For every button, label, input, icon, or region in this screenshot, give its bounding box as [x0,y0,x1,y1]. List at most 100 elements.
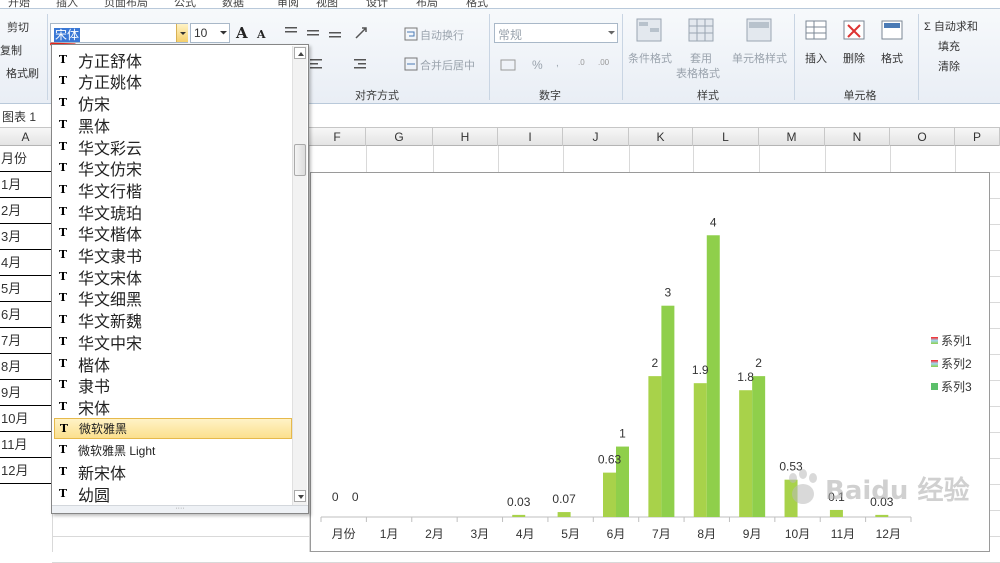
font-option[interactable]: T 华文楷体 [54,223,292,244]
font-option[interactable]: T 华文宋体 [54,266,292,288]
insert-cells-button[interactable]: 插入 [805,50,827,66]
font-option[interactable]: T 微软雅黑 [54,417,292,440]
column-header-a[interactable]: A [0,128,52,146]
tab-layout[interactable]: 布局 [416,0,438,8]
column-header-p[interactable]: P [955,128,1000,146]
font-dropdown-list[interactable]: T 方正舒体 T 方正姚体 T 仿宋 T 黑体 T 华文彩云 T 华文仿宋 T 华文行楷 T 华文琥珀 T 华文楷… [51,44,309,514]
column-header-o[interactable]: O [890,128,955,146]
series-2-bar[interactable] [752,376,766,517]
tab-home[interactable]: 开始 [8,0,30,8]
percent-button[interactable]: % [532,58,543,72]
font-name-combo[interactable]: 宋体 [50,23,188,43]
format-cells-button[interactable]: 格式 [881,50,903,66]
series-1-bar[interactable] [603,472,616,517]
series-1-bar[interactable] [512,514,526,517]
shrink-font-button[interactable]: A [257,28,266,41]
scroll-down-button[interactable] [294,490,306,502]
cell-a11[interactable]: 10月 [0,406,52,432]
font-option[interactable]: T 华文中宋 [54,331,292,353]
delete-cells-button[interactable]: 删除 [843,50,865,66]
clear-button[interactable]: 清除 [938,58,960,74]
font-option[interactable]: T 华文行楷 [54,179,292,201]
cell-a9[interactable]: 8月 [0,354,52,380]
series-1-bar[interactable] [829,509,843,517]
cell-a13[interactable]: 12月 [0,458,52,484]
series-1-bar[interactable] [648,376,662,517]
merge-center-button[interactable]: 合并后居中 [420,57,475,73]
cell-a6[interactable]: 5月 [0,276,52,302]
align-top-icons[interactable] [284,26,344,38]
font-option[interactable]: T 华文仿宋 [54,158,292,179]
cell-a7[interactable]: 6月 [0,302,52,328]
series-2-bar[interactable] [661,305,675,517]
decimal-icons[interactable]: .0 .00 [578,58,618,72]
font-option[interactable]: T 黑体 [54,114,292,136]
column-header-l[interactable]: L [693,128,759,146]
font-option[interactable]: T 华文隶书 [54,244,292,266]
comma-style-button[interactable]: , [556,58,559,69]
chart-legend[interactable]: 系列1 系列2 系列3 [931,329,972,398]
tab-view[interactable]: 视图 [316,0,338,8]
orientation-icon[interactable] [354,26,374,40]
column-header-f[interactable]: F [309,128,366,146]
cell-a8[interactable]: 7月 [0,328,52,354]
cell-a3[interactable]: 2月 [0,198,52,224]
tab-review[interactable]: 审阅 [277,0,299,8]
wrap-text-button[interactable]: 自动换行 [420,27,464,43]
tab-format[interactable]: 格式 [466,0,488,8]
cell-a12[interactable]: 11月 [0,432,52,458]
font-option[interactable]: T 微软雅黑 Light [54,440,292,462]
font-name-dropdown-button[interactable] [176,24,188,42]
resize-grip[interactable]: ···· [52,505,308,513]
series-1-bar[interactable] [875,514,889,517]
name-box[interactable]: 图表 1 [2,108,36,125]
font-size-combo[interactable]: 10 [190,23,230,43]
column-header-k[interactable]: K [629,128,693,146]
format-table-button-line2[interactable]: 表格格式 [676,65,720,81]
tab-page-layout[interactable]: 页面布局 [104,0,148,8]
cell-styles-button[interactable]: 单元格样式 [732,50,787,66]
conditional-format-button[interactable]: 条件格式 [628,50,672,66]
font-option[interactable]: T 幼圆 [54,483,292,505]
cell-a1[interactable]: 月份 [0,146,52,172]
font-option[interactable]: T 华文细黑 [54,288,292,309]
scrollbar[interactable] [292,46,307,506]
column-header-i[interactable]: I [498,128,563,146]
tab-insert[interactable]: 插入 [56,0,78,8]
column-header-n[interactable]: N [825,128,890,146]
cell-a4[interactable]: 3月 [0,224,52,250]
series-1-bar[interactable] [739,390,753,517]
font-option[interactable]: T 方正舒体 [54,49,292,71]
scroll-up-button[interactable] [294,47,306,59]
number-format-combo[interactable]: 常规 [494,23,618,43]
font-option[interactable]: T 楷体 [54,353,292,375]
font-option[interactable]: T 新宋体 [54,461,292,483]
scroll-thumb[interactable] [294,144,306,176]
font-option[interactable]: T 华文新魏 [54,309,292,331]
tab-formulas[interactable]: 公式 [174,0,196,8]
format-painter-button[interactable]: 格式刷 [6,65,39,81]
copy-button[interactable]: 复制 [0,42,22,58]
font-option[interactable]: T 华文彩云 [54,136,292,158]
cell-a2[interactable]: 1月 [0,172,52,198]
column-header-j[interactable]: J [563,128,629,146]
series-1-bar[interactable] [557,512,571,517]
chart-area[interactable]: 月份 1月 2月 3月 4月 5月 6月 7月 8月 9月 10月 11月 12月 0 0 0.03 0.07 0… [310,172,990,552]
series-2-bar[interactable] [706,235,720,517]
autosum-button[interactable]: Σ 自动求和 [924,18,978,34]
column-header-m[interactable]: M [759,128,825,146]
cell-a5[interactable]: 4月 [0,250,52,276]
column-header-h[interactable]: H [433,128,498,146]
column-header-g[interactable]: G [366,128,433,146]
series-1-bar[interactable] [693,383,707,517]
font-option[interactable]: T 华文琥珀 [54,201,292,223]
font-option[interactable]: T 方正姚体 [54,71,292,92]
font-option[interactable]: T 仿宋 [54,92,292,114]
format-table-button-line1[interactable]: 套用 [690,50,712,66]
cut-button[interactable]: 剪切 [7,19,29,35]
tab-design[interactable]: 设计 [366,0,388,8]
cell-a10[interactable]: 9月 [0,380,52,406]
grow-font-button[interactable]: A [236,24,248,42]
font-option[interactable]: T 宋体 [54,396,292,418]
font-option[interactable]: T 隶书 [54,375,292,396]
